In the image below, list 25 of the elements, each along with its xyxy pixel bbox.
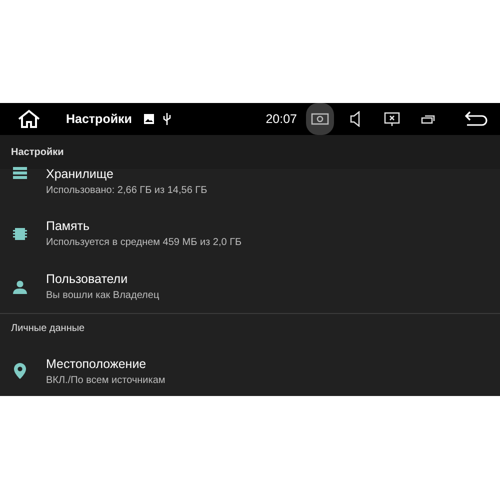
home-icon[interactable] [17,109,41,129]
section-header: Настройки [11,146,64,158]
setting-summary: Используется в среднем 459 МБ из 2,0 ГБ [46,237,242,248]
setting-title[interactable]: Хранилище [46,167,208,181]
chip-icon [13,226,27,240]
section-header: Личные данные [11,322,85,334]
setting-title[interactable]: Память [46,219,242,233]
setting-summary: ВКЛ./По всем источникам [46,374,166,386]
screenshot-button[interactable] [306,103,334,135]
location-pin-icon [14,363,26,379]
clock: 20:07 [266,112,297,126]
recent-apps-icon [421,114,435,124]
screen-off-icon [384,112,400,126]
setting-title[interactable]: Местоположение [46,356,166,370]
setting-summary: Использовано: 2,66 ГБ из 14,56 ГБ [46,185,208,196]
app-title: Настройки [66,112,132,126]
screenshot-icon [311,113,329,125]
speaker-icon [350,111,362,127]
setting-summary: Вы вошли как Владелец [46,290,160,301]
back-icon[interactable] [464,111,488,127]
image-icon [144,114,154,124]
person-icon [13,280,27,294]
usb-icon [162,113,171,125]
setting-title[interactable]: Пользователи [46,272,160,286]
storage-icon [13,167,27,179]
